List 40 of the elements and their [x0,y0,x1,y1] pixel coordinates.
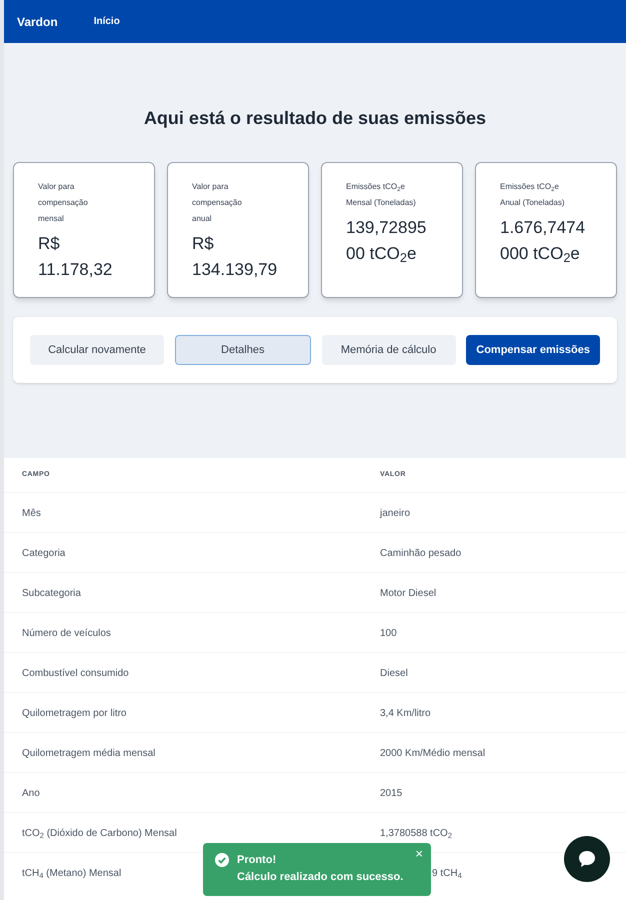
action-button[interactable]: Memória de cálculo [322,335,456,365]
table-cell: Diesel [380,668,408,679]
table-cell: Categoria [22,548,66,559]
chat-bubble-icon [577,849,597,869]
action-button[interactable]: Detalhes [174,335,311,365]
table-cell: Quilometragem média mensal [22,748,156,759]
table-cell: 9 tCH$_{4}$ [432,868,462,880]
table-cell: tCO$_{2}$ (Dióxido de Carbono) Mensal [22,828,177,839]
metric-value: 139,7289500 tCO$_{2}$e [346,217,428,267]
action-button[interactable]: Calcular novamente [30,335,164,365]
metric-label: Valor para compensação mensal [38,181,89,225]
nav-link[interactable]: Início [94,14,120,29]
table-cell: Mês [22,508,41,519]
page-heading: Aqui está o resultado de suas emissões [142,107,488,130]
table-cell: 100 [380,628,397,639]
action-button[interactable]: Compensar emissões [466,335,600,365]
table-cell: 1,3780588 tCO$_{2}$ [380,828,452,839]
table-cell: 3,4 Km/litro [380,708,431,719]
table-cell: 2015 [380,788,402,799]
table-cell: Subcategoria [22,588,81,599]
table-cell: janeiro [380,508,410,519]
metric-label: Emissões tCO$_{2}$e Anual (Toneladas) [500,181,566,209]
chat-button[interactable] [564,836,610,882]
metric-value: 1.676,7474000 tCO$_{2}$e [500,217,586,267]
table-cell: tCH$_{4}$ (Metano) Mensal [22,868,122,880]
metric-label: Emissões tCO$_{2}$e Mensal (Toneladas) [346,181,416,209]
table-cell: Combustível consumido [22,668,129,679]
table-cell: Ano [22,788,40,799]
metric-label: Valor para compensação anual [192,181,243,225]
table-cell: Motor Diesel [380,588,436,599]
brand-link[interactable]: Vardon [17,12,58,30]
table-cell: 2000 Km/Médio mensal [380,748,486,759]
metric-value: R$ 11.178,32 [38,233,114,281]
check-circle-icon [215,853,229,867]
table-cell: Número de veículos [22,628,111,639]
metric-value: R$ 134.139,79 [192,233,278,281]
table-cell: Quilometragem por litro [22,708,126,719]
toast-message: Cálculo realizado com sucesso. [237,870,404,885]
table-cell: Caminhão pesado [380,548,462,559]
toast-title: Pronto! [237,853,278,868]
